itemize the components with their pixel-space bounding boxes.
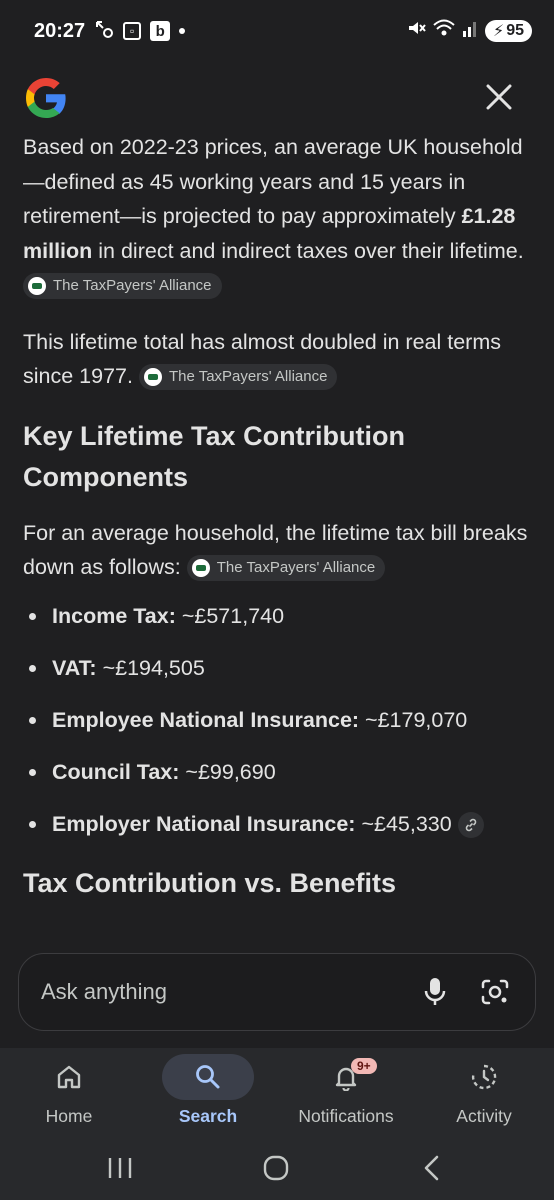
nav-notifications[interactable]: 9+ Notifications [286, 1054, 406, 1127]
list-item: VAT: ~£194,505 [23, 651, 535, 686]
close-button[interactable] [478, 76, 520, 118]
section-heading-components: Key Lifetime Tax Contribution Components [23, 420, 406, 492]
google-g-logo [26, 78, 66, 118]
bottom-navigation: Home Search 9+ Notifications Activity [0, 1048, 554, 1136]
battery-indicator: ⚡ 95 [484, 20, 532, 42]
nav-activity[interactable]: Activity [424, 1054, 544, 1127]
taxpayers-alliance-logo-icon [28, 277, 46, 296]
signal-icon [462, 19, 478, 43]
screenshot-icon: ▫ [123, 22, 142, 40]
dot-icon [179, 28, 186, 34]
notification-badge: 9+ [351, 1058, 377, 1074]
battery-level: 95 [506, 22, 524, 39]
voice-search-button[interactable] [415, 972, 455, 1012]
activity-icon [471, 1064, 497, 1090]
header [0, 62, 554, 132]
taxpayers-alliance-logo-icon [191, 559, 210, 578]
source-chip[interactable]: The TaxPayers' Alliance [186, 555, 386, 582]
home-circle-icon [263, 1155, 289, 1181]
paragraph-doubled: This lifetime total has almost doubled i… [23, 325, 535, 394]
paragraph-lifetime-tax: Based on 2022-23 prices, an average UK h… [23, 130, 535, 303]
list-item: Employer National Insurance: ~£45,330 [23, 807, 535, 842]
nav-label: Search [178, 1106, 238, 1126]
system-navigation-bar [0, 1136, 554, 1200]
mute-icon [406, 18, 426, 44]
recent-apps-button[interactable] [100, 1150, 140, 1186]
b-app-icon: b [150, 21, 171, 41]
search-icon [196, 1065, 220, 1089]
nav-label: Activity [456, 1106, 512, 1126]
ask-input-bar[interactable]: Ask anything [18, 953, 536, 1031]
back-icon [424, 1155, 439, 1181]
status-time: 20:27 [34, 19, 86, 42]
source-chip[interactable]: The TaxPayers' Alliance [23, 273, 222, 300]
ask-input[interactable]: Ask anything [41, 979, 395, 1005]
google-lens-icon [481, 979, 509, 1005]
nav-label: Notifications [298, 1106, 394, 1126]
link-icon [465, 818, 476, 832]
list-item: Income Tax: ~£571,740 [23, 599, 535, 634]
close-icon [486, 84, 512, 110]
nav-search[interactable]: Search [148, 1054, 268, 1127]
nav-label: Home [45, 1106, 93, 1126]
taxpayers-alliance-logo-icon [143, 368, 162, 387]
back-button[interactable] [412, 1150, 452, 1186]
paragraph-breakdown: For an average household, the lifetime t… [23, 516, 535, 585]
missed-call-icon [94, 19, 114, 44]
home-system-button[interactable] [256, 1150, 296, 1186]
status-bar: 20:27 ▫ b ⚡ 95 [0, 0, 554, 62]
lens-search-button[interactable] [475, 972, 515, 1012]
ai-answer-content: Based on 2022-23 prices, an average UK h… [23, 130, 535, 922]
section-heading-benefits: Tax Contribution vs. Benefits [23, 868, 397, 898]
home-icon [57, 1065, 81, 1089]
list-item: Employee National Insurance: ~£179,070 [23, 703, 535, 738]
tax-breakdown-list: Income Tax: ~£571,740 VAT: ~£194,505 Emp… [23, 599, 535, 842]
charging-icon: ⚡ [492, 23, 505, 40]
link-chip[interactable] [457, 811, 484, 838]
nav-home[interactable]: Home [9, 1054, 129, 1127]
microphone-icon [424, 978, 446, 1005]
list-item: Council Tax: ~£99,690 [23, 755, 535, 790]
recent-apps-icon [108, 1158, 132, 1178]
source-chip[interactable]: The TaxPayers' Alliance [138, 364, 338, 391]
wifi-icon [433, 19, 455, 43]
